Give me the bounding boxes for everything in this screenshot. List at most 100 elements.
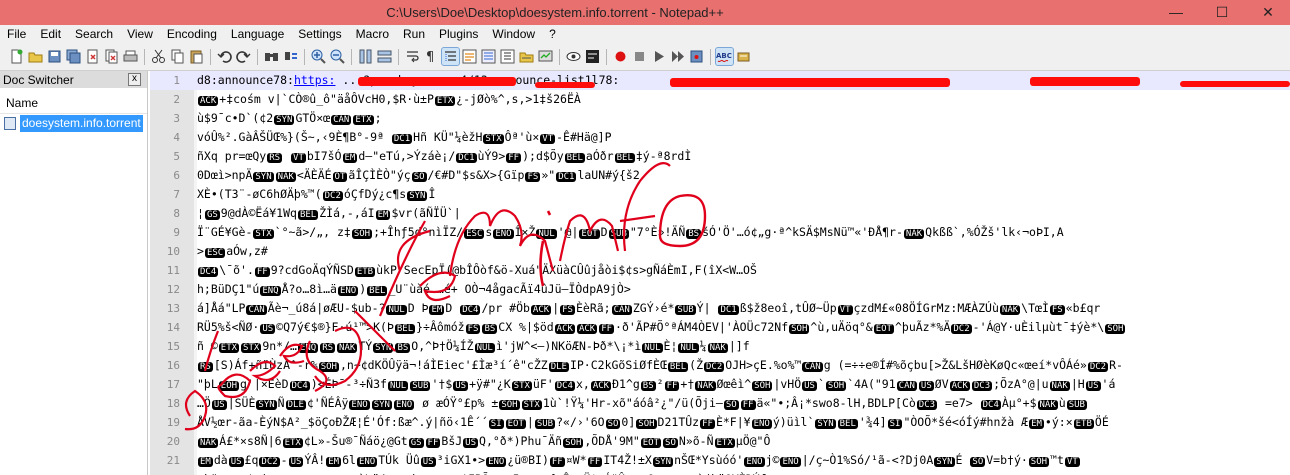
line-text: "þL EOH g'|×EèD DC4)<ÉÞ¯-³÷Ñ3f NUL SUB '†$ US +ÿ…: [197, 377, 1116, 391]
control-char-badge: DC4: [980, 400, 1001, 410]
sync-vertical-icon[interactable]: [357, 48, 374, 65]
control-char-badge: SI: [488, 419, 504, 429]
stop-recording-icon[interactable]: [631, 48, 648, 65]
folder-as-workspace-icon[interactable]: [518, 48, 535, 65]
control-char-badge: VT: [1064, 457, 1080, 467]
control-char-badge: BS: [640, 381, 656, 391]
control-char-badge: SUB: [534, 419, 556, 429]
doc-switcher-file-item[interactable]: doesystem.info.torrent: [4, 115, 144, 132]
editor-line[interactable]: 12 h;BüDÇ1"ú ENQ Å?o…8ì…ä ENO) BEL _U¨ùàé …é+ …: [150, 280, 1290, 299]
zoom-in-icon[interactable]: [310, 48, 327, 65]
spell-check-icon[interactable]: ABC: [715, 47, 734, 66]
control-char-badge: DC4: [554, 381, 575, 391]
save-all-icon[interactable]: [65, 48, 82, 65]
menu-search[interactable]: Search: [68, 25, 120, 43]
editor-line[interactable]: 14 RÜ5%š<ÑØ· US ©Q7ý€$®}F·ú¹™>K(Þ BEL}÷Âômóž…: [150, 318, 1290, 337]
editor-line[interactable]: 8 ¦ GS 9@dÀ©Ëá¥1Wq BEL ŽÌá,-,áI EM $vr(ãÑÏÜ`|: [150, 204, 1290, 223]
editor-line[interactable]: 4 vóÛ%².GàÂŠÜŒ%}(Š~,‹9È¶B°-9ª DC1 Hñ KÜ"¼è…: [150, 128, 1290, 147]
function-list-icon[interactable]: [499, 48, 516, 65]
cut-icon[interactable]: [150, 48, 167, 65]
editor-line[interactable]: 21 EM dà US £q DC2- US ÝÂ! EM 6l ENO TÚk Üû US ³iGX1•…: [150, 451, 1290, 470]
control-char-badge: ACK: [198, 96, 219, 106]
line-text: > ESC aÓw,z#: [197, 244, 268, 258]
control-char-badge: STX: [483, 134, 504, 144]
menu-view[interactable]: View: [120, 25, 160, 43]
announce-url-link[interactable]: https:: [294, 73, 336, 87]
monitoring-icon[interactable]: [537, 48, 554, 65]
editor-line[interactable]: 3 ù$9¯c•D`(¢2 SYN GTÖ×œ CAN ETX;: [150, 109, 1290, 128]
maximize-button[interactable]: ☐: [1199, 0, 1245, 25]
language-define-icon[interactable]: [461, 48, 478, 65]
line-number: 15: [166, 340, 180, 353]
zoom-out-icon[interactable]: [329, 48, 346, 65]
control-char-badge: SO: [663, 438, 678, 448]
editor-line[interactable]: 2 ACK +‡cośm v|`CÒ®û_ô"äåÔVcH0,$R·ù±P ETX ¿-…: [150, 90, 1290, 109]
run-macro-multiple-icon[interactable]: [669, 48, 686, 65]
menu-window[interactable]: Window: [485, 25, 542, 43]
control-char-badge: BS: [686, 229, 702, 239]
doc-map-icon[interactable]: [480, 48, 497, 65]
redo-icon[interactable]: [235, 48, 252, 65]
editor-line[interactable]: 15 ñ © ETX STX 9n*/… ENQ RS NAK TÝ SYN BS O,^Þ†Ö¼ÍŽ…: [150, 337, 1290, 356]
editor-line[interactable]: 19 ÅV½œr-ãa-ÈýN$A²_$öÇoÐŽÆ¦É'Óf:ßæ^.ý|ñö‹…: [150, 413, 1290, 432]
eye-icon[interactable]: [565, 48, 582, 65]
menu-macro[interactable]: Macro: [349, 25, 396, 43]
dark-mode-icon[interactable]: [584, 48, 601, 65]
editor-line[interactable]: 18 …Ö US |SÜÈ SYN Ñ DLE ¢'ÑÉÂÿ ENO SYN ENO ø æÓŸ°£…: [150, 394, 1290, 413]
editor-line[interactable]: 9 Ï¨GÉ¥Gè- STX `°~ã>/„‚ z‡ SOH ;+Îhƒ5d°nìÏZ/E…: [150, 223, 1290, 242]
menu-help[interactable]: ?: [542, 25, 563, 43]
control-char-badge: SOH: [789, 324, 810, 334]
control-char-badge: SO: [970, 457, 986, 467]
show-all-characters-icon[interactable]: ¶: [423, 48, 440, 65]
open-file-icon[interactable]: [27, 48, 44, 65]
name-column-header[interactable]: Name: [0, 91, 147, 114]
save-icon[interactable]: [46, 48, 63, 65]
editor-line[interactable]: 16 RS [S)Áf+ñïÙzÂ^-r% SOH ,n~¢dKÖÛÿä¬!áÌEiec…: [150, 356, 1290, 375]
spell-settings-icon[interactable]: [735, 48, 752, 65]
line-number: 16: [166, 359, 180, 372]
minimize-button[interactable]: —: [1153, 0, 1199, 25]
editor-line[interactable]: 13 á]Åá"LP CAN Ãè¬_ú8á|øÆU-$ub-? NUL D Þ EM D D…: [150, 299, 1290, 318]
replace-icon[interactable]: [282, 48, 299, 65]
menu-file[interactable]: File: [0, 25, 33, 43]
control-char-badge: ENQ: [260, 286, 281, 296]
sync-horizontal-icon[interactable]: [376, 48, 393, 65]
editor-line[interactable]: 22-k¨SUB®'r|rwSOp+FFxSYNì\ÿ4BELdçEMENO'I…: [150, 470, 1290, 475]
new-file-icon[interactable]: [8, 48, 25, 65]
find-icon[interactable]: [263, 48, 280, 65]
control-char-badge: EOT: [505, 419, 526, 429]
control-char-badge: FF: [254, 267, 270, 277]
control-char-badge: US: [463, 438, 479, 448]
redaction-mark: [1180, 81, 1290, 87]
editor-line[interactable]: 11 DC4 \¯õ'. FF 9?cdGoÄqÝÑSD ETB ùkP SecEpÏ(@b…: [150, 261, 1290, 280]
control-char-badge: BS: [482, 324, 498, 334]
menu-edit[interactable]: Edit: [33, 25, 68, 43]
menu-language[interactable]: Language: [224, 25, 291, 43]
menu-run[interactable]: Run: [396, 25, 432, 43]
close-file-icon[interactable]: [84, 48, 101, 65]
close-all-icon[interactable]: [103, 48, 120, 65]
paste-icon[interactable]: [188, 48, 205, 65]
word-wrap-icon[interactable]: [404, 48, 421, 65]
menu-encoding[interactable]: Encoding: [160, 25, 224, 43]
text-editor[interactable]: 1d8:announce78:https: ...?passkey= ... 4…: [150, 71, 1290, 475]
editor-line[interactable]: 17 "þL EOH g'|×EèD DC4)<ÉÞ¯-³÷Ñ3f NUL SUB '†$ US…: [150, 375, 1290, 394]
toolbar-separator: [606, 49, 607, 65]
undo-icon[interactable]: [216, 48, 233, 65]
start-recording-icon[interactable]: [612, 48, 629, 65]
menu-settings[interactable]: Settings: [291, 25, 348, 43]
close-icon[interactable]: x: [128, 73, 141, 86]
control-char-badge: CAN: [611, 305, 632, 315]
close-button[interactable]: ✕: [1245, 0, 1290, 25]
editor-line[interactable]: 10 > ESC aÓw,z#: [150, 242, 1290, 261]
copy-icon[interactable]: [169, 48, 186, 65]
playback-icon[interactable]: [650, 48, 667, 65]
editor-line[interactable]: 5 ñXq pr=œQy RS VT bI7šÓ EM d—"eTú,>Ýzáè¡/DC1…: [150, 147, 1290, 166]
editor-line[interactable]: 20 NAK Á£*×s8Ñ|6 ETX ¢L»-Šu®¯Ñáö¿@Gt GS FF BšJ U…: [150, 432, 1290, 451]
save-macro-icon[interactable]: [688, 48, 705, 65]
menu-plugins[interactable]: Plugins: [432, 25, 485, 43]
editor-line[interactable]: 7 XÈ•(T3¨-øC6hØÄþ%™(DC2 óÇfDý¿c¶s SYN Î: [150, 185, 1290, 204]
print-icon[interactable]: [122, 48, 139, 65]
indent-guide-icon[interactable]: [441, 47, 460, 66]
editor-line[interactable]: 6 0Dœì>npÄ SYN NAK <ÄÈÄÉ OT ãÎÇÌÈÒ"ýç SO/€#D"$s…: [150, 166, 1290, 185]
